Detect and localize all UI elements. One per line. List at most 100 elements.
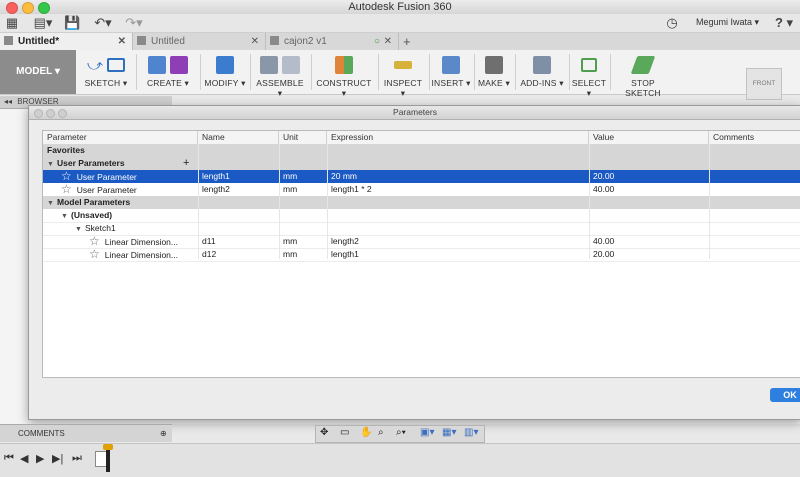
scripts-icon[interactable] <box>533 56 551 74</box>
select-arrow-icon[interactable] <box>581 58 597 72</box>
column-header-expression[interactable]: Expression <box>327 131 589 144</box>
cell-comments[interactable] <box>709 170 800 183</box>
cell-name[interactable] <box>198 209 279 222</box>
ok-button[interactable]: OK <box>770 388 800 402</box>
view-cube[interactable]: FRONT <box>746 68 782 100</box>
step-forward-icon[interactable]: ▶| <box>52 452 63 465</box>
collapse-arrow-icon[interactable]: ◂◂ <box>4 97 12 106</box>
play-icon[interactable]: ▶ <box>36 452 44 465</box>
timeline-marker-handle[interactable] <box>103 444 113 450</box>
look-at-icon[interactable]: ▭ <box>340 427 349 438</box>
tab-cajon2[interactable]: cajon2 v1 ○ ✕ <box>266 33 399 50</box>
column-header-unit[interactable]: Unit <box>279 131 327 144</box>
press-pull-icon[interactable] <box>216 56 234 74</box>
pan-icon[interactable]: ✋ <box>360 427 372 438</box>
favorite-star-icon[interactable]: ☆ <box>89 248 100 261</box>
cell-comments[interactable] <box>709 248 800 261</box>
cell-name[interactable] <box>198 222 279 235</box>
make-menu[interactable]: MAKE ▾ <box>476 52 512 92</box>
dialog-minimize-button[interactable] <box>46 109 55 118</box>
cell-value[interactable] <box>589 222 709 235</box>
cell-comments[interactable] <box>709 222 800 235</box>
close-tab-icon[interactable]: ✕ <box>118 33 126 50</box>
add-ins-menu[interactable]: ADD-INS ▾ <box>517 52 567 92</box>
tab-untitled-modified[interactable]: Untitled* ✕ <box>0 33 133 50</box>
expand-triangle-icon[interactable]: ▼ <box>47 158 57 170</box>
form-icon[interactable] <box>170 56 188 74</box>
rectangle-icon[interactable] <box>107 58 126 72</box>
cell-unit[interactable]: mm <box>279 235 327 248</box>
cell-comments[interactable] <box>709 209 800 222</box>
table-row[interactable]: ▼ (Unsaved) <box>43 209 800 223</box>
cell-value[interactable]: 20.00 <box>589 170 709 183</box>
grid-settings-icon[interactable]: ▦▾ <box>442 427 456 438</box>
column-header-value[interactable]: Value <box>589 131 709 144</box>
modify-menu[interactable]: MODIFY ▾ <box>204 52 246 92</box>
cell-value[interactable]: 40.00 <box>589 235 709 248</box>
inspect-menu[interactable]: INSPECT ▾ <box>381 52 425 98</box>
group-row[interactable]: Favorites <box>43 144 800 157</box>
dialog-close-button[interactable] <box>34 109 43 118</box>
display-settings-icon[interactable]: ▣▾ <box>420 427 434 438</box>
file-menu-icon[interactable]: ▤▾ <box>32 14 54 32</box>
table-row[interactable]: ☆ Linear Dimension... d11 mm length2 40.00 <box>43 235 800 249</box>
go-to-start-icon[interactable]: ⏮ <box>4 452 14 465</box>
favorite-star-icon[interactable]: ☆ <box>89 235 100 248</box>
zoom-icon[interactable]: ⌕ <box>378 427 384 438</box>
cell-expression[interactable]: 20 mm <box>327 170 589 183</box>
offset-plane-icon[interactable] <box>335 56 353 74</box>
job-status-clock-icon[interactable]: ◷ <box>664 14 680 32</box>
comments-settings-icon[interactable]: ⊕ <box>160 425 167 442</box>
tab-untitled[interactable]: Untitled ✕ <box>133 33 266 50</box>
cell-expression[interactable]: length1 <box>327 248 589 261</box>
cell-comments[interactable] <box>709 235 800 248</box>
create-menu[interactable]: CREATE ▾ <box>140 52 196 92</box>
cell-unit[interactable]: mm <box>279 183 327 196</box>
fit-icon[interactable]: ⌕▾ <box>396 427 406 438</box>
sketch-menu[interactable]: ⤻ SKETCH ▾ <box>80 52 132 92</box>
orbit-icon[interactable]: ✥ <box>320 427 328 438</box>
help-menu[interactable]: ? ▾ <box>770 14 798 32</box>
construct-menu[interactable]: CONSTRUCT ▾ <box>314 52 374 98</box>
cell-name[interactable]: d11 <box>198 235 279 248</box>
comments-panel-header[interactable]: COMMENTS ⊕ <box>0 424 172 442</box>
close-tab-icon[interactable]: ✕ <box>384 33 392 50</box>
step-back-icon[interactable]: ◀ <box>20 452 28 465</box>
extrude-icon[interactable] <box>148 56 166 74</box>
cell-unit[interactable]: mm <box>279 170 327 183</box>
dialog-zoom-button[interactable] <box>58 109 67 118</box>
column-header-parameter[interactable]: Parameter <box>43 131 198 144</box>
expand-triangle-icon[interactable]: ▼ <box>47 197 57 209</box>
go-to-end-icon[interactable]: ⏭ <box>72 452 82 465</box>
cell-value[interactable]: 20.00 <box>589 248 709 261</box>
favorite-star-icon[interactable]: ☆ <box>61 170 72 183</box>
3d-print-icon[interactable] <box>485 56 503 74</box>
cell-value[interactable] <box>589 209 709 222</box>
redo-icon[interactable]: ↷▾ <box>122 14 146 32</box>
column-header-name[interactable]: Name <box>198 131 279 144</box>
undo-icon[interactable]: ↶▾ <box>92 14 114 32</box>
add-user-parameter-button[interactable]: + <box>183 157 189 170</box>
cell-expression[interactable]: length1 * 2 <box>327 183 589 196</box>
measure-icon[interactable] <box>394 61 412 69</box>
cell-unit[interactable]: mm <box>279 248 327 261</box>
cell-unit[interactable] <box>279 222 327 235</box>
stop-sketch-icon[interactable] <box>630 56 656 74</box>
workspace-switcher[interactable]: MODEL ▾ <box>0 50 76 94</box>
group-row[interactable]: ▼ User Parameters + <box>43 157 800 170</box>
user-menu[interactable]: Megumi Iwata ▾ <box>696 17 759 28</box>
assemble-menu[interactable]: ASSEMBLE ▾ <box>253 52 307 98</box>
cell-expression[interactable]: length2 <box>327 235 589 248</box>
table-row[interactable]: ▼ Sketch1 <box>43 222 800 236</box>
expand-triangle-icon[interactable]: ▼ <box>75 223 85 235</box>
stop-sketch-button[interactable]: STOP SKETCH <box>614 52 672 98</box>
cell-name[interactable]: length1 <box>198 170 279 183</box>
cell-name[interactable]: length2 <box>198 183 279 196</box>
cell-value[interactable]: 40.00 <box>589 183 709 196</box>
insert-menu[interactable]: INSERT ▾ <box>431 52 471 92</box>
cell-expression[interactable] <box>327 222 589 235</box>
sketch-line-icon[interactable]: ⤻ <box>87 57 103 74</box>
cell-unit[interactable] <box>279 209 327 222</box>
save-icon[interactable]: 💾 <box>64 14 80 32</box>
new-tab-button[interactable]: + <box>403 33 411 50</box>
